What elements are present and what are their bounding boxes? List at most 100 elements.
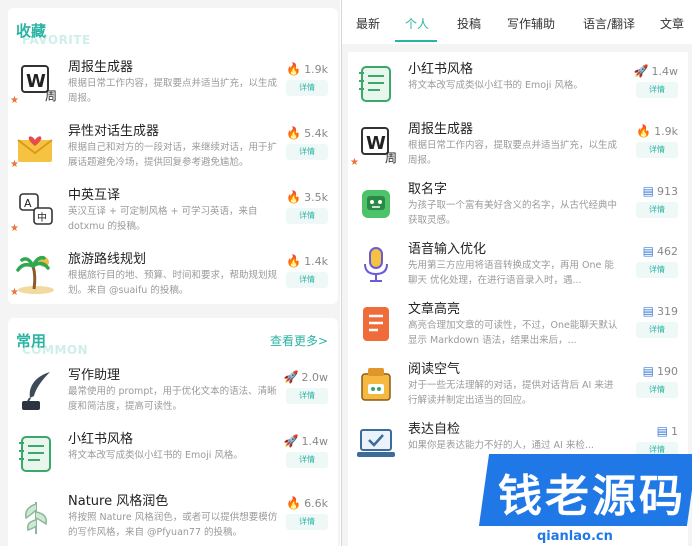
notebook-icon bbox=[354, 62, 398, 106]
tab-personal[interactable]: 个人 bbox=[405, 15, 429, 32]
watermark-url: qianlao.cn bbox=[537, 529, 613, 544]
svg-text:W: W bbox=[366, 133, 386, 154]
fire-icon: 🔥 bbox=[286, 62, 302, 76]
fire-icon: 🔥 bbox=[286, 190, 302, 204]
details-button[interactable]: 详情 bbox=[636, 322, 678, 338]
usage-count: 🔥 1.9k bbox=[636, 124, 678, 138]
card-title: 文章高亮 bbox=[408, 302, 461, 317]
fire-icon: 🔥 bbox=[286, 254, 302, 268]
view-more-link[interactable]: 查看更多> bbox=[270, 332, 328, 349]
usage-count: 🔥 1.9k bbox=[286, 62, 328, 76]
details-button[interactable]: 详情 bbox=[636, 142, 678, 158]
tab-language-translation[interactable]: 语言/翻译 bbox=[583, 15, 635, 32]
details-button[interactable]: 详情 bbox=[636, 382, 678, 398]
prompt-card-article-highlight[interactable]: 文章高亮 高亮合理加文章的可读性，不过，One能聊天默认显示 Markdown … bbox=[348, 298, 688, 358]
usage-count: 🚀 2.0w bbox=[283, 370, 328, 384]
prompt-card-weekly-report[interactable]: W周 ★ 周报生成器 根据日常工作内容，提取要点并适当扩充，以生成周报。 🔥 1.… bbox=[8, 56, 338, 116]
card-description: 为孩子取一个富有美好含义的名字，从古代经典中获取灵感。 bbox=[408, 200, 618, 226]
favorites-title: 收藏 bbox=[16, 22, 47, 40]
details-button[interactable]: 详情 bbox=[286, 514, 328, 530]
prompt-card-nature-polish[interactable]: Nature 风格润色 将按照 Nature 风格润色，或者可以提供想要模仿的写… bbox=[8, 490, 338, 546]
details-button[interactable]: 详情 bbox=[286, 144, 328, 160]
card-title: 小红书风格 bbox=[408, 62, 474, 77]
card-description: 高亮合理加文章的可读性，不过，One能聊天默认显示 Markdown 语法，结果… bbox=[408, 320, 618, 346]
details-button[interactable]: 详情 bbox=[636, 82, 678, 98]
robot-face-icon bbox=[354, 182, 398, 226]
card-title: 取名字 bbox=[408, 182, 448, 197]
card-description: 将文本改写成类似小红书的 Emoji 风格。 bbox=[68, 450, 243, 461]
box-icon bbox=[354, 362, 398, 406]
laptop-check-icon bbox=[354, 422, 398, 466]
prompt-card-naming[interactable]: 取名字 为孩子取一个富有美好含义的名字，从古代经典中获取灵感。 ▤ 913 详情 bbox=[348, 178, 688, 238]
favorite-star-icon[interactable]: ★ bbox=[10, 288, 19, 298]
prompt-card-travel-planning[interactable]: ★ 旅游路线规划 根据旅行目的地、预算、时间和要求，帮助规划规划。来自 @sua… bbox=[8, 248, 338, 308]
prompt-card-voice-input[interactable]: 语音输入优化 先用第三方应用将语音转换成文字，再用 One 能聊天 优化处理，在… bbox=[348, 238, 688, 298]
card-description: 对于一些无法理解的对话，提供对话背后 AI 来进行解读并制定出适当的回应。 bbox=[408, 380, 614, 406]
watermark-text: 钱老源码 bbox=[498, 471, 686, 522]
card-description: 将文本改写成类似小红书的 Emoji 风格。 bbox=[408, 80, 583, 91]
card-description: 根据自己和对方的一段对话，来继续对话，用于扩展话题避免冷场，提供回复参考避免尴尬… bbox=[68, 142, 278, 168]
rocket-icon: 🚀 bbox=[633, 64, 649, 78]
prompt-card-weekly-report[interactable]: W周 ★ 周报生成器 根据日常工作内容，提取要点并适当扩充，以生成周报。 🔥 1.… bbox=[348, 118, 688, 178]
prompt-card-dialogue-generator[interactable]: ★ 异性对话生成器 根据自己和对方的一段对话，来继续对话，用于扩展话题避免冷场，… bbox=[8, 120, 338, 180]
tab-submissions[interactable]: 投稿 bbox=[457, 15, 481, 32]
card-title: 写作助理 bbox=[68, 368, 121, 383]
weekly-report-icon: W周 bbox=[354, 122, 398, 166]
usage-count: 🔥 6.6k bbox=[286, 496, 328, 510]
usage-count: 🚀 1.4w bbox=[283, 434, 328, 448]
usage-count: 🔥 5.4k bbox=[286, 126, 328, 140]
svg-text:周: 周 bbox=[45, 89, 57, 103]
card-description: 最常使用的 prompt，用于优化文本的语法、清晰度和简洁度，提高可读性。 bbox=[68, 386, 277, 412]
leaf-icon bbox=[14, 494, 58, 538]
usage-count: ▤ 319 bbox=[642, 304, 678, 318]
details-button[interactable]: 详情 bbox=[286, 80, 328, 96]
chip-icon: ▤ bbox=[656, 424, 668, 438]
common-section: COMMON 常用 查看更多> 写作助理 最常使用的 prompt，用于优化文本… bbox=[8, 318, 338, 546]
watermark-logo: 钱老源码 qianlao.cn bbox=[462, 452, 692, 546]
fire-icon: 🔥 bbox=[636, 124, 652, 138]
favorite-star-icon[interactable]: ★ bbox=[10, 96, 19, 106]
document-icon bbox=[354, 302, 398, 346]
svg-text:周: 周 bbox=[385, 151, 397, 165]
svg-text:A: A bbox=[24, 197, 32, 210]
fire-icon: 🔥 bbox=[286, 126, 302, 140]
rocket-icon: 🚀 bbox=[283, 370, 299, 384]
details-button[interactable]: 详情 bbox=[286, 388, 328, 404]
favorite-star-icon[interactable]: ★ bbox=[10, 224, 19, 234]
usage-count: 🚀 1.4w bbox=[633, 64, 678, 78]
chip-icon: ▤ bbox=[642, 304, 654, 318]
usage-count: ▤ 913 bbox=[642, 184, 678, 198]
card-title: 旅游路线规划 bbox=[68, 252, 147, 267]
tab-articles[interactable]: 文章 bbox=[660, 15, 684, 32]
quill-icon bbox=[14, 368, 58, 412]
card-title: 语音输入优化 bbox=[408, 242, 487, 257]
chip-icon: ▤ bbox=[642, 184, 654, 198]
card-description: 根据日常工作内容，提取要点并适当扩充，以生成周报。 bbox=[68, 78, 278, 104]
usage-count: ▤ 1 bbox=[656, 424, 678, 438]
details-button[interactable]: 详情 bbox=[286, 452, 328, 468]
details-button[interactable]: 详情 bbox=[286, 208, 328, 224]
notebook-icon bbox=[14, 432, 58, 476]
chip-icon: ▤ bbox=[642, 364, 654, 378]
prompt-card-translation[interactable]: A中 ★ 中英互译 英汉互译 + 可定制风格 + 可学习英语，来自 dotxmu… bbox=[8, 184, 338, 244]
prompt-card-xiaohongshu[interactable]: 小红书风格 将文本改写成类似小红书的 Emoji 风格。 🚀 1.4w 详情 bbox=[348, 58, 688, 118]
prompt-card-writing-assistant[interactable]: 写作助理 最常使用的 prompt，用于优化文本的语法、清晰度和简洁度，提高可读… bbox=[8, 364, 338, 424]
favorites-header: FAVORITE 收藏 bbox=[8, 8, 338, 52]
weekly-report-icon: W周 bbox=[14, 60, 58, 104]
card-description: 根据日常工作内容，提取要点并适当扩充，以生成周报。 bbox=[408, 140, 618, 166]
svg-text:W: W bbox=[26, 71, 46, 92]
details-button[interactable]: 详情 bbox=[636, 262, 678, 278]
card-title: 异性对话生成器 bbox=[68, 124, 160, 139]
card-description: 先用第三方应用将语音转换成文字，再用 One 能聊天 优化处理，在进行语音录入时… bbox=[408, 260, 614, 286]
prompt-card-xiaohongshu[interactable]: 小红书风格 将文本改写成类似小红书的 Emoji 风格。 🚀 1.4w 详情 bbox=[8, 428, 338, 488]
tab-writing-aid[interactable]: 写作辅助 bbox=[507, 15, 555, 32]
favorite-star-icon[interactable]: ★ bbox=[10, 160, 19, 170]
translate-icon: A中 bbox=[14, 188, 58, 232]
favorite-star-icon[interactable]: ★ bbox=[350, 158, 359, 168]
common-header: COMMON 常用 查看更多> bbox=[8, 318, 338, 362]
card-description: 如果你是表达能力不好的人，通过 AI 来检... bbox=[408, 440, 594, 451]
details-button[interactable]: 详情 bbox=[636, 202, 678, 218]
prompt-card-reading-air[interactable]: 阅读空气 对于一些无法理解的对话，提供对话背后 AI 来进行解读并制定出适当的回… bbox=[348, 358, 688, 418]
tab-latest[interactable]: 最新 bbox=[356, 15, 380, 32]
details-button[interactable]: 详情 bbox=[286, 272, 328, 288]
